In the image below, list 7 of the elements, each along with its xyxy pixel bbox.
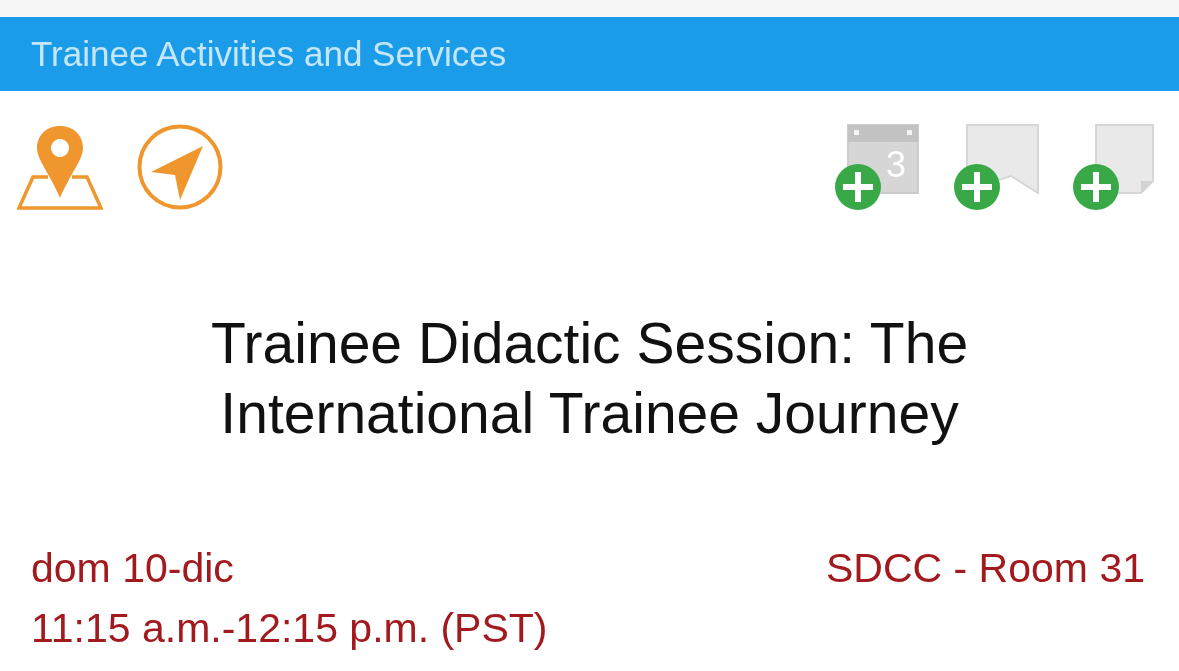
header-title: Trainee Activities and Services xyxy=(31,34,507,74)
session-date: dom 10-dic xyxy=(31,544,235,593)
bookmark-plus-icon[interactable] xyxy=(954,124,1039,210)
session-time: 11:15 a.m.-12:15 p.m. (PST) xyxy=(31,604,548,653)
session-location: SDCC - Room 31 xyxy=(826,544,1145,593)
map-pin-icon[interactable] xyxy=(17,124,103,210)
session-title: Trainee Didactic Session: The International Trainee Journey xyxy=(209,310,970,447)
